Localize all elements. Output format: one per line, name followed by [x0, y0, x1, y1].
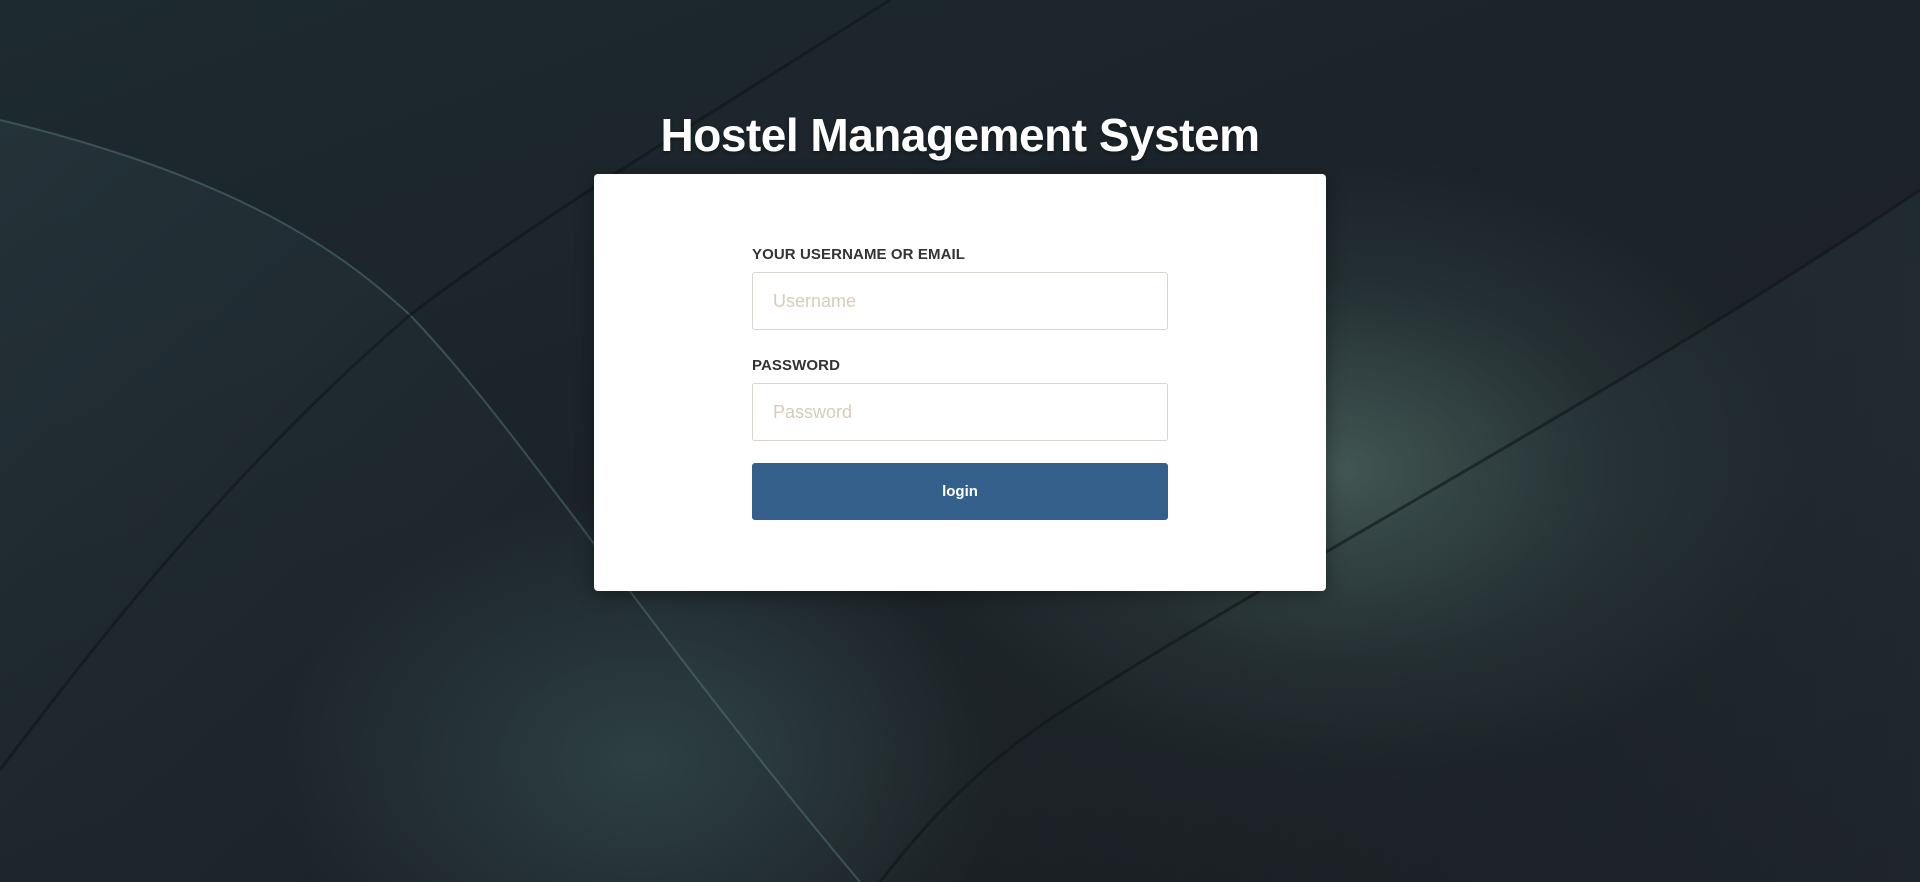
login-form: YOUR USERNAME OR EMAIL PASSWORD login	[752, 246, 1168, 520]
login-button[interactable]: login	[752, 463, 1168, 520]
username-label: YOUR USERNAME OR EMAIL	[752, 246, 966, 263]
page-title: Hostel Management System	[660, 109, 1260, 161]
username-input[interactable]	[752, 272, 1168, 330]
password-label: PASSWORD	[752, 357, 841, 374]
password-input[interactable]	[752, 383, 1168, 441]
login-card: YOUR USERNAME OR EMAIL PASSWORD login	[594, 174, 1326, 591]
